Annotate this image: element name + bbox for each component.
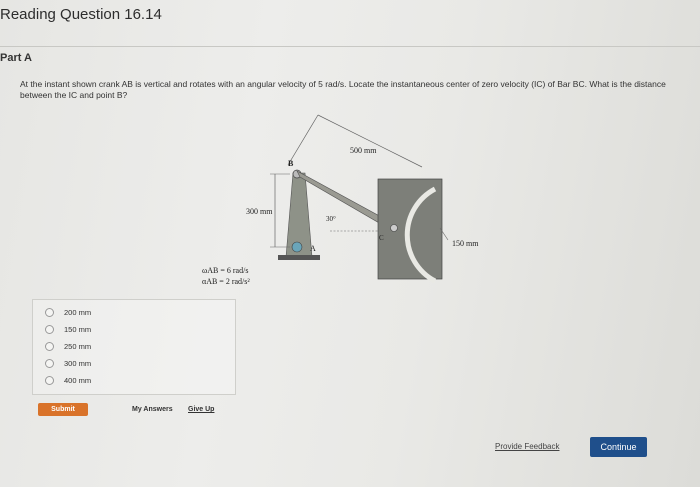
dimension-line: [287, 114, 319, 166]
radio-icon[interactable]: [45, 325, 54, 334]
choice-label: 300 mm: [64, 359, 92, 368]
label-a: A: [310, 244, 316, 253]
submit-button[interactable]: Submit: [38, 403, 88, 416]
label-150mm: 150 mm: [452, 239, 479, 248]
choice-label: 400 mm: [64, 376, 92, 385]
give-up-link[interactable]: Give Up: [188, 406, 214, 413]
label-300mm: 300 mm: [246, 207, 273, 216]
my-answers-link[interactable]: My Answers: [132, 406, 173, 413]
dimension-line: [317, 114, 423, 168]
omega-label: ωAB = 6 rad/s: [202, 266, 248, 275]
divider: [0, 46, 700, 47]
label-b: B: [288, 159, 294, 168]
choice-250mm[interactable]: 250 mm: [45, 342, 91, 351]
pin-c: [390, 224, 398, 232]
choice-label: 200 mm: [64, 308, 92, 317]
mechanism-figure: 500 mm B A 300 mm 30° C 150 mm ωAB = 6 r…: [202, 114, 479, 286]
question-text: At the instant shown crank AB is vertica…: [20, 79, 666, 100]
label-c: C: [379, 234, 384, 242]
radio-icon[interactable]: [45, 342, 54, 351]
label-30deg: 30°: [326, 215, 336, 223]
continue-button[interactable]: Continue: [590, 437, 647, 457]
part-label: Part A: [0, 52, 32, 64]
radio-icon[interactable]: [45, 308, 54, 317]
provide-feedback-link[interactable]: Provide Feedback: [495, 442, 559, 451]
alpha-label: αAB = 2 rad/s²: [202, 277, 250, 286]
pin-a: [291, 241, 303, 253]
choice-400mm[interactable]: 400 mm: [45, 376, 91, 385]
label-500mm: 500 mm: [350, 146, 377, 155]
page-title: Reading Question 16.14: [0, 6, 162, 23]
choice-150mm[interactable]: 150 mm: [45, 325, 91, 334]
ground-base: [278, 255, 320, 260]
choice-300mm[interactable]: 300 mm: [45, 359, 91, 368]
radio-icon[interactable]: [45, 359, 54, 368]
choice-200mm[interactable]: 200 mm: [45, 308, 91, 317]
answer-choices: 200 mm 150 mm 250 mm 300 mm 400 mm: [32, 299, 236, 395]
radio-icon[interactable]: [45, 376, 54, 385]
choice-label: 150 mm: [64, 325, 92, 334]
choice-label: 250 mm: [64, 342, 92, 351]
